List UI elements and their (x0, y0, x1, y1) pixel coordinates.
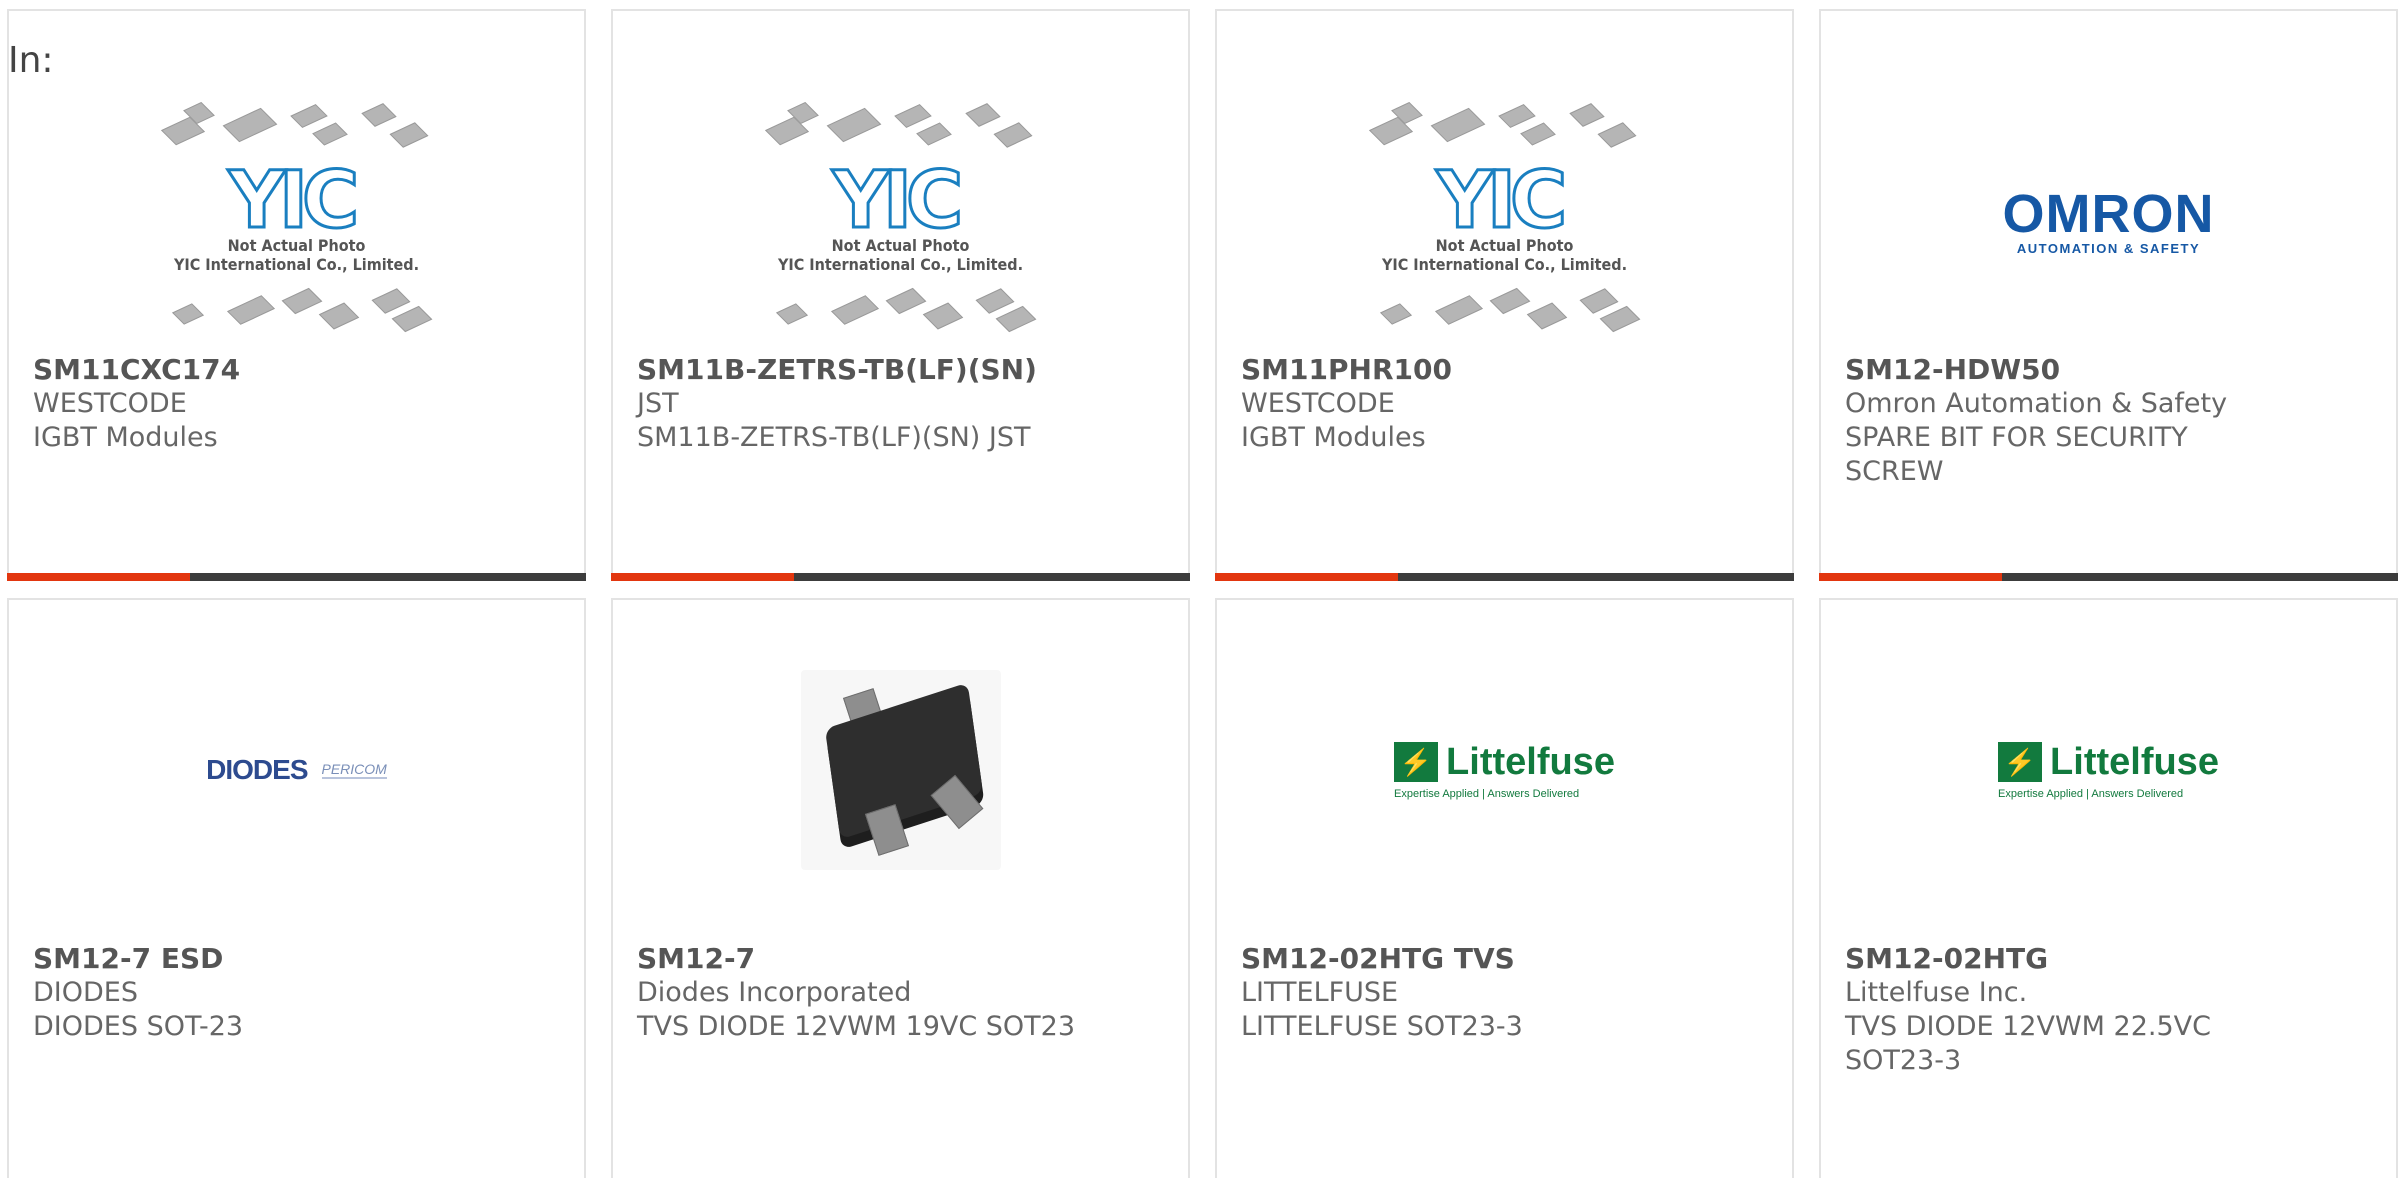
accent-bar (1819, 573, 2002, 581)
product-info: SM11PHR100 WESTCODE IGBT Modules (1241, 353, 1768, 455)
product-grid: YIC Not Actual Photo YIC International C… (0, 0, 2400, 1178)
description: IGBT Modules (33, 422, 218, 453)
description: TVS DIODE 12VWM 19VC SOT23 (637, 1011, 1076, 1042)
accent-bar (7, 573, 190, 581)
part-number[interactable]: SM12-02HTG TVS (1241, 942, 1768, 976)
littelfuse-logo: ⚡ Littelfuse Expertise Applied | Answers… (1998, 740, 2219, 800)
product-card[interactable]: YIC Not Actual Photo YIC International C… (1215, 9, 1794, 581)
manufacturer: WESTCODE (1241, 388, 1395, 419)
product-image[interactable]: YIC Not Actual Photo YIC International C… (1217, 91, 1792, 351)
part-number[interactable]: SM11PHR100 (1241, 353, 1768, 387)
manufacturer: Diodes Incorporated (637, 977, 912, 1008)
description: TVS DIODE 12VWM 22.5VC SOT23-3 (1845, 1011, 2211, 1076)
diodes-logo: DIODES PERICOM (206, 754, 387, 785)
image-note: Not Actual Photo YIC International Co., … (777, 236, 1024, 274)
yic-placeholder-image: YIC Not Actual Photo YIC International C… (157, 96, 437, 346)
manufacturer: LITTELFUSE (1241, 977, 1399, 1008)
yic-logo: YIC (1435, 155, 1569, 248)
accent-bar (611, 573, 794, 581)
product-info: SM11B-ZETRS-TB(LF)(SN) JST SM11B-ZETRS-T… (637, 353, 1164, 455)
product-image[interactable]: YIC Not Actual Photo YIC International C… (9, 91, 584, 351)
yic-placeholder-image: YIC Not Actual Photo YIC International C… (1365, 96, 1645, 346)
manufacturer: WESTCODE (33, 388, 187, 419)
product-card[interactable]: SM12-7 Diodes Incorporated TVS DIODE 12V… (611, 598, 1190, 1178)
image-note: Not Actual Photo YIC International Co., … (1381, 236, 1628, 274)
product-info: SM12-HDW50 Omron Automation & Safety SPA… (1845, 353, 2372, 489)
product-info: SM12-02HTG Littelfuse Inc. TVS DIODE 12V… (1845, 942, 2372, 1078)
manufacturer: JST (637, 388, 679, 419)
part-number[interactable]: SM12-HDW50 (1845, 353, 2372, 387)
part-number[interactable]: SM11CXC174 (33, 353, 560, 387)
manufacturer: DIODES (33, 977, 138, 1008)
sot23-package-image (800, 670, 1001, 870)
card-bottom-bar (7, 573, 586, 581)
card-bottom-bar (1819, 573, 2398, 581)
image-note: Not Actual Photo YIC International Co., … (173, 236, 420, 274)
description: SPARE BIT FOR SECURITY SCREW (1845, 422, 2188, 487)
yic-logo: YIC (831, 155, 965, 248)
omron-logo: OMRON AUTOMATION & SAFETY (2002, 183, 2215, 256)
in-label: In: (8, 40, 54, 81)
product-info: SM12-02HTG TVS LITTELFUSE LITTELFUSE SOT… (1241, 942, 1768, 1044)
product-image[interactable]: YIC Not Actual Photo YIC International C… (613, 91, 1188, 351)
description: DIODES SOT-23 (33, 1011, 244, 1042)
yic-logo: YIC (227, 155, 361, 248)
part-number[interactable]: SM12-7 (637, 942, 1164, 976)
description: IGBT Modules (1241, 422, 1426, 453)
littelfuse-mark-icon: ⚡ (1394, 742, 1439, 782)
part-number[interactable]: SM11B-ZETRS-TB(LF)(SN) (637, 353, 1164, 387)
product-card[interactable]: YIC Not Actual Photo YIC International C… (7, 9, 586, 581)
product-info: SM12-7 ESD DIODES DIODES SOT-23 (33, 942, 560, 1044)
product-card[interactable]: ⚡ Littelfuse Expertise Applied | Answers… (1819, 598, 2398, 1178)
product-image[interactable]: DIODES PERICOM (9, 640, 584, 900)
part-number[interactable]: SM12-7 ESD (33, 942, 560, 976)
product-card[interactable]: ⚡ Littelfuse Expertise Applied | Answers… (1215, 598, 1794, 1178)
product-card[interactable]: YIC Not Actual Photo YIC International C… (611, 9, 1190, 581)
product-image[interactable] (613, 640, 1188, 900)
product-image[interactable]: ⚡ Littelfuse Expertise Applied | Answers… (1821, 640, 2396, 900)
manufacturer: Omron Automation & Safety (1845, 388, 2228, 419)
manufacturer: Littelfuse Inc. (1845, 977, 2028, 1008)
product-image[interactable]: ⚡ Littelfuse Expertise Applied | Answers… (1217, 640, 1792, 900)
part-number[interactable]: SM12-02HTG (1845, 942, 2372, 976)
description: SM11B-ZETRS-TB(LF)(SN) JST (637, 422, 1031, 453)
product-image[interactable]: OMRON AUTOMATION & SAFETY (1821, 91, 2396, 351)
card-bottom-bar (611, 573, 1190, 581)
product-info: SM12-7 Diodes Incorporated TVS DIODE 12V… (637, 942, 1164, 1044)
product-card[interactable]: DIODES PERICOM SM12-7 ESD DIODES DIODES … (7, 598, 586, 1178)
littelfuse-mark-icon: ⚡ (1998, 742, 2043, 782)
product-info: SM11CXC174 WESTCODE IGBT Modules (33, 353, 560, 455)
card-bottom-bar (1215, 573, 1794, 581)
accent-bar (1215, 573, 1398, 581)
description: LITTELFUSE SOT23-3 (1241, 1011, 1523, 1042)
littelfuse-logo: ⚡ Littelfuse Expertise Applied | Answers… (1394, 740, 1615, 800)
product-card[interactable]: OMRON AUTOMATION & SAFETY SM12-HDW50 Omr… (1819, 9, 2398, 581)
yic-placeholder-image: YIC Not Actual Photo YIC International C… (761, 96, 1041, 346)
